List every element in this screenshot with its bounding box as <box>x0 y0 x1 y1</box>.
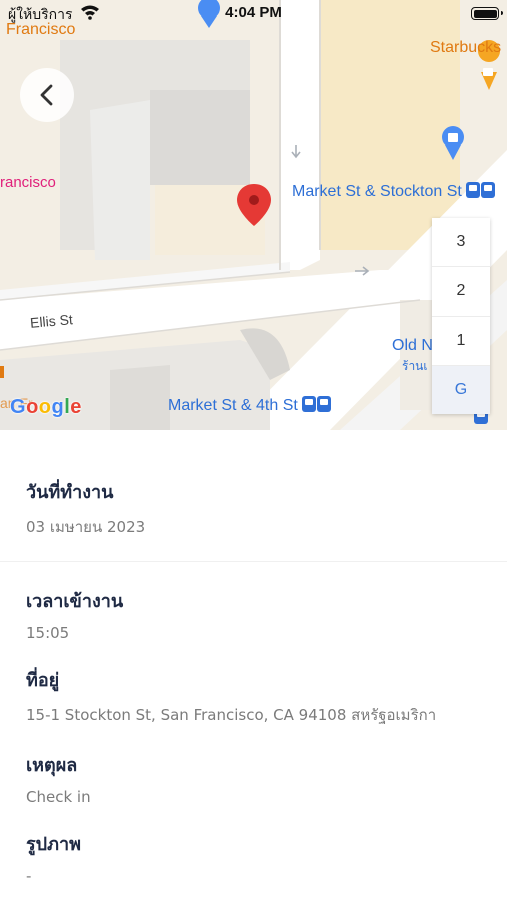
status-time: 4:04 PM <box>225 4 282 21</box>
floor-2[interactable]: 2 <box>432 267 490 317</box>
address-section: ที่อยู่ 15-1 Stockton St, San Francisco,… <box>0 642 507 727</box>
attendance-details: วันที่ทำงาน 03 เมษายน 2023 เวลาเข้างาน 1… <box>0 430 507 885</box>
transit-icon <box>465 182 495 198</box>
map-label-san-francisco: rancisco <box>0 174 56 191</box>
status-bar: ผู้ให้บริการ 4:04 PM <box>0 0 507 28</box>
back-button[interactable] <box>20 68 74 122</box>
map-label-market-4th[interactable]: Market St & 4th St <box>168 396 331 415</box>
work-date-value: 03 เมษายน 2023 <box>26 518 146 536</box>
photo-section: รูปภาพ - <box>0 806 507 885</box>
address-value: 15-1 Stockton St, San Francisco, CA 9410… <box>26 706 437 724</box>
check-in-time-title: เวลาเข้างาน <box>26 591 124 612</box>
floor-1[interactable]: 1 <box>432 317 490 366</box>
chevron-left-icon <box>40 84 53 106</box>
map-canvas <box>0 0 507 430</box>
photo-title: รูปภาพ <box>26 834 81 855</box>
map-label-market-stockton-text: Market St & Stockton St <box>292 183 462 200</box>
photo-value: - <box>26 867 32 885</box>
map-label-store: ร้านเ <box>402 359 428 373</box>
google-logo: Google <box>10 396 82 418</box>
work-date-title: วันที่ทำงาน <box>26 482 114 503</box>
reason-section: เหตุผล Check in <box>0 727 507 806</box>
map-label-market-4th-text: Market St & 4th St <box>168 397 298 414</box>
transit-icon <box>301 396 331 412</box>
address-title: ที่อยู่ <box>26 670 60 691</box>
floor-3[interactable]: 3 <box>432 218 490 268</box>
check-in-time-value: 15:05 <box>26 624 70 642</box>
map-view[interactable]: Francisco Starbucks rancisco Market St &… <box>0 0 507 430</box>
map-label-starbucks[interactable]: Starbucks <box>430 39 501 57</box>
check-in-time-section: เวลาเข้างาน 15:05 <box>0 562 507 642</box>
reason-value: Check in <box>26 788 91 806</box>
battery-icon <box>471 7 503 20</box>
map-label-old-navy[interactable]: Old N <box>392 337 433 355</box>
work-date-section: วันที่ทำงาน 03 เมษายน 2023 <box>0 430 507 561</box>
map-label-market-stockton[interactable]: Market St & Stockton St <box>292 182 495 201</box>
floor-picker[interactable]: 3 2 1 G <box>432 218 490 414</box>
floor-g[interactable]: G <box>432 365 490 414</box>
reason-title: เหตุผล <box>26 755 78 776</box>
